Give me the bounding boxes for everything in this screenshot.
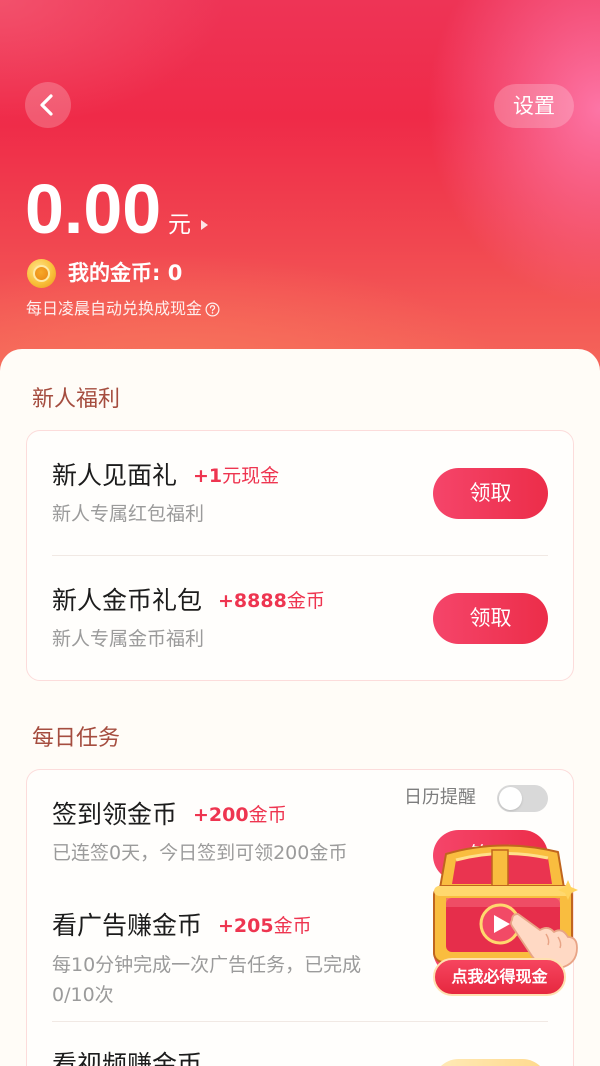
chevron-left-icon bbox=[40, 94, 53, 116]
balance-amount: 0.00 bbox=[25, 170, 162, 248]
reward-amount: +200 bbox=[193, 803, 249, 826]
reward-unit: 元现金 bbox=[222, 464, 280, 487]
calendar-reminder-label: 日历提醒 bbox=[404, 787, 476, 808]
question-circle-icon[interactable] bbox=[205, 302, 220, 317]
settings-button[interactable]: 设置 bbox=[494, 84, 574, 128]
task-title: 新人见面礼 bbox=[52, 461, 178, 490]
back-button[interactable] bbox=[25, 82, 71, 128]
treasure-chest-icon[interactable] bbox=[426, 840, 582, 970]
caret-right-icon bbox=[201, 220, 208, 230]
balance-unit: 元 bbox=[168, 212, 191, 238]
reward-unit: 金币 bbox=[248, 803, 287, 826]
reward-amount: +205 bbox=[218, 914, 274, 937]
task-reward: +8888金币 bbox=[218, 586, 325, 613]
task-title-line: 新人见面礼 +1元现金 bbox=[52, 458, 279, 490]
floating-promo[interactable]: 点我必得现金 bbox=[426, 840, 582, 998]
task-title-line: 新人金币礼包 +8888金币 bbox=[52, 583, 325, 615]
reward-amount: +8888 bbox=[218, 589, 287, 612]
exchange-note-text: 每日凌晨自动兑换成现金 bbox=[26, 299, 203, 318]
task-reward: +205金币 bbox=[218, 911, 312, 938]
reward-unit: 金币 bbox=[286, 589, 325, 612]
task-desc: 已连签0天，今日签到可领200金币 bbox=[52, 842, 348, 864]
coin-icon bbox=[27, 259, 56, 288]
section-title-newbie: 新人福利 bbox=[32, 387, 121, 412]
watch-video-button[interactable] bbox=[433, 1059, 548, 1066]
reward-unit: 金币 bbox=[273, 914, 312, 937]
task-title-line: 签到领金币 +200金币 bbox=[52, 797, 287, 829]
task-title: 看广告赚金币 bbox=[52, 911, 203, 940]
claim-button[interactable]: 领取 bbox=[433, 468, 548, 519]
reward-amount: +1 bbox=[193, 464, 223, 487]
task-item-newbie-gift: 新人见面礼 +1元现金 新人专属红包福利 领取 bbox=[27, 431, 572, 555]
task-desc: 新人专属金币福利 bbox=[52, 628, 205, 650]
toggle-knob bbox=[499, 787, 522, 810]
section-title-daily: 每日任务 bbox=[32, 726, 121, 751]
task-desc: 每10分钟完成一次广告任务，已完成 bbox=[52, 954, 362, 976]
task-reward: +1元现金 bbox=[193, 461, 279, 488]
task-title: 看视频赚金币 bbox=[52, 1050, 203, 1066]
task-reward: +200金币 bbox=[193, 800, 287, 827]
claim-button[interactable]: 领取 bbox=[433, 593, 548, 644]
calendar-reminder-toggle[interactable] bbox=[497, 785, 548, 812]
newbie-card: 新人见面礼 +1元现金 新人专属红包福利 领取 新人金币礼包 +8888金币 新… bbox=[26, 430, 574, 681]
task-title: 签到领金币 bbox=[52, 800, 178, 829]
task-item-watch-video: 看视频赚金币 bbox=[27, 1022, 572, 1066]
my-coins-label: 我的金币: 0 bbox=[68, 261, 183, 285]
task-title-line: 看广告赚金币 +205金币 bbox=[52, 908, 312, 940]
task-title: 新人金币礼包 bbox=[52, 586, 203, 615]
task-item-newbie-coin-pack: 新人金币礼包 +8888金币 新人专属金币福利 领取 bbox=[27, 556, 572, 680]
task-progress: 0/10次 bbox=[52, 984, 114, 1006]
task-title-line: 看视频赚金币 bbox=[52, 1047, 202, 1066]
promo-label[interactable]: 点我必得现金 bbox=[433, 958, 566, 996]
exchange-note[interactable]: 每日凌晨自动兑换成现金 bbox=[26, 298, 220, 320]
task-desc: 新人专属红包福利 bbox=[52, 503, 205, 525]
